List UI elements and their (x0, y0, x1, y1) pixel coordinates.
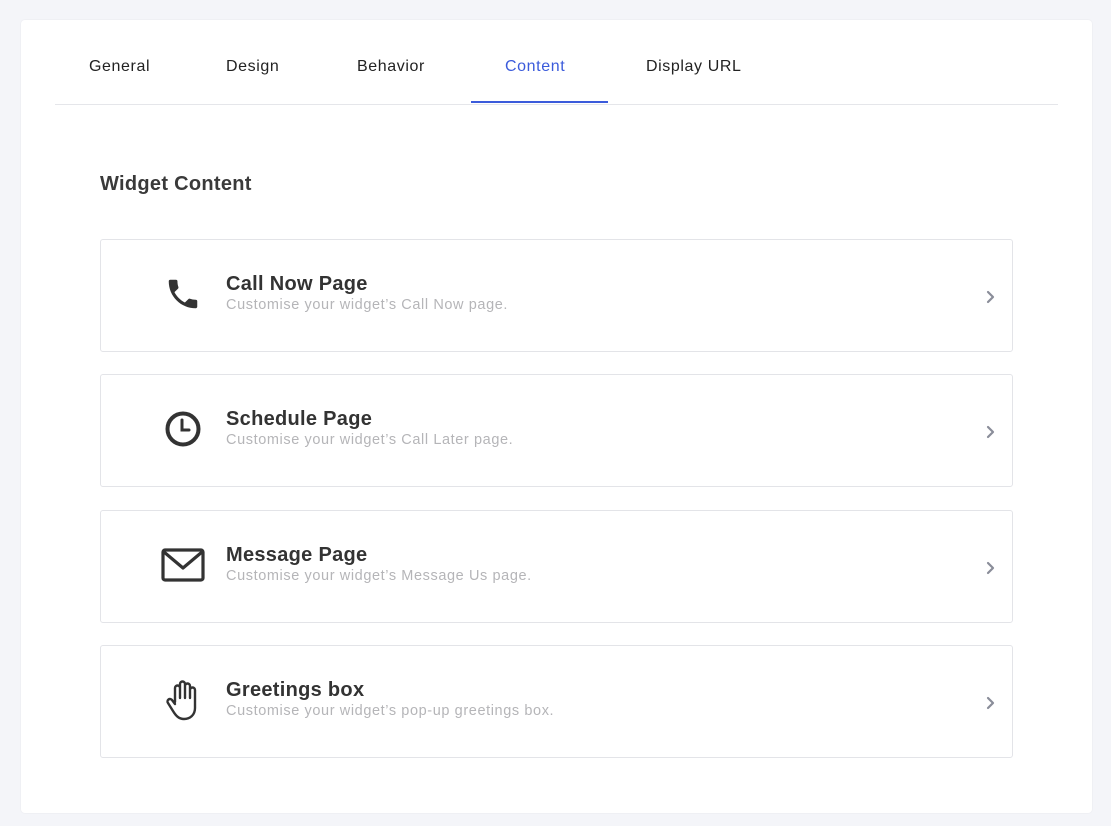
chevron-right-icon (986, 290, 995, 304)
call-now-page-card[interactable]: Call Now Page Customise your widget’s Ca… (100, 239, 1013, 352)
hand-icon (161, 678, 205, 722)
envelope-icon (161, 543, 205, 587)
tab-bar: General Design Behavior Content Display … (55, 20, 1058, 105)
card-title: Call Now Page (226, 273, 368, 295)
card-title: Greetings box (226, 679, 365, 701)
message-page-card[interactable]: Message Page Customise your widget’s Mes… (100, 510, 1013, 623)
tab-content[interactable]: Content (505, 58, 565, 76)
card-description: Customise your widget’s Call Now page. (226, 297, 509, 313)
chevron-right-icon (986, 561, 995, 575)
tab-general[interactable]: General (89, 58, 150, 76)
section-title: Widget Content (100, 173, 252, 195)
phone-icon (161, 272, 205, 316)
active-tab-indicator (471, 101, 608, 103)
chevron-right-icon (986, 696, 995, 710)
card-description: Customise your widget’s Call Later page. (226, 432, 514, 448)
tab-behavior[interactable]: Behavior (357, 58, 425, 76)
settings-panel: General Design Behavior Content Display … (21, 20, 1092, 813)
chevron-right-icon (986, 425, 995, 439)
tab-display-url[interactable]: Display URL (646, 58, 742, 76)
schedule-page-card[interactable]: Schedule Page Customise your widget’s Ca… (100, 374, 1013, 487)
tab-design[interactable]: Design (226, 58, 279, 76)
card-title: Message Page (226, 544, 368, 566)
card-description: Customise your widget’s Message Us page. (226, 568, 532, 584)
card-title: Schedule Page (226, 408, 373, 430)
card-description: Customise your widget’s pop-up greetings… (226, 703, 555, 719)
clock-icon (161, 407, 205, 451)
greetings-box-card[interactable]: Greetings box Customise your widget’s po… (100, 645, 1013, 758)
